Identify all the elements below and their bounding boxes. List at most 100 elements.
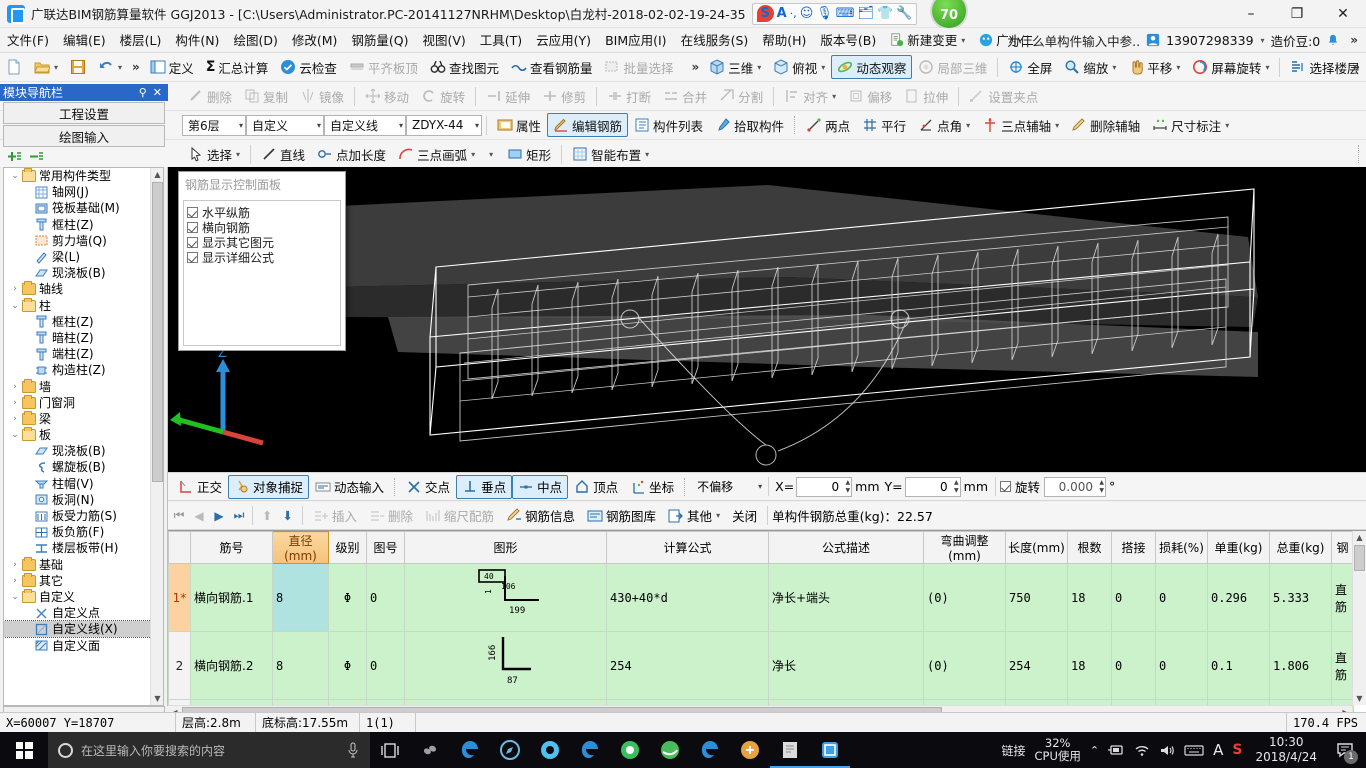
table-header-bar_no[interactable]: 筋号 (190, 531, 273, 564)
table-header-type[interactable]: 钢 (1331, 531, 1354, 564)
undo-dropdown-icon[interactable]: ▾ (118, 63, 122, 72)
component-kind-combo[interactable]: 自定义线 ▾ (324, 114, 406, 136)
pin-icon[interactable]: ⚲ (136, 86, 150, 99)
rebar-table-panel[interactable]: 筋号 直径(mm) 级别 图号 图形 计算公式 公式描述 弯曲调整(mm) 长度(mm) 根数 搭接… (168, 530, 1366, 719)
y-offset-input[interactable]: 0 ▲ ▼ (904, 476, 961, 497)
draw-more-chevron-icon[interactable]: ▾ (489, 150, 493, 159)
menu-view[interactable]: 视图(V) (415, 28, 472, 53)
rectangle-button[interactable]: 矩形 (501, 142, 557, 166)
tree-item[interactable]: 自定义线(X) (4, 620, 163, 639)
find-element-button[interactable]: 查找图元 (424, 55, 505, 79)
notes-app-button[interactable] (770, 732, 810, 768)
rotate-button[interactable]: 旋转 (415, 84, 471, 108)
menu-file[interactable]: 文件(F) (0, 28, 56, 53)
tree-item[interactable]: ⌄ 柱 (4, 297, 163, 314)
chevron-down-icon[interactable]: ▾ (961, 28, 965, 53)
align-slab-top-button[interactable]: 平齐板顶 (343, 55, 424, 79)
start-button[interactable] (0, 732, 48, 768)
point-length-button[interactable]: 点加长度 (311, 142, 392, 166)
prev-record-icon[interactable]: ◀ (190, 509, 208, 523)
fullscreen-button[interactable]: 全屏 (1002, 55, 1058, 79)
action-center-button[interactable]: 1 (1330, 732, 1360, 768)
table-header-length[interactable]: 长度(mm) (1005, 531, 1068, 564)
rotate-spinner-icon[interactable]: ▲ ▼ (1099, 479, 1104, 494)
merge-button[interactable]: 合并 (657, 84, 713, 108)
copy-button[interactable]: 复制 (238, 84, 294, 108)
tree-item[interactable]: 筏板基础(M) (4, 200, 163, 216)
tree-item[interactable]: 端柱(Z) (4, 346, 163, 362)
tree-item[interactable]: 剪力墙(Q) (4, 233, 163, 249)
menu-overflow-icon[interactable]: » (1346, 33, 1362, 47)
three-d-button[interactable]: 三维 ▾ (703, 55, 767, 79)
chevron-down-icon[interactable]: ▾ (475, 121, 479, 130)
open-dropdown-icon[interactable]: ▾ (54, 63, 58, 72)
screen-rotate-button[interactable]: 屏幕旋转 ▾ (1186, 55, 1275, 79)
cell-loss[interactable]: 0 (1155, 563, 1208, 632)
tree-item[interactable]: 螺旋板(B) (4, 459, 163, 475)
minimize-button[interactable]: – (1228, 0, 1274, 28)
scroll-up-arrow-icon[interactable]: ▲ (151, 168, 163, 181)
stretch-button[interactable]: 拉伸 (898, 84, 954, 108)
ime-toolbar[interactable]: S A ·, ☺ 🎙 ⌨ 🗂 👕 🔧 (751, 2, 918, 25)
chrome-variant-button[interactable] (530, 732, 570, 768)
cell-formula_desc[interactable]: 净长 (768, 631, 924, 700)
dimension-button[interactable]: 尺寸标注 ▾ (1146, 113, 1235, 137)
rebar-info-button[interactable]: 钢筋信息 (500, 504, 581, 528)
tree-scrollbar[interactable]: ▲ ▼ (150, 168, 163, 705)
break-button[interactable]: 打断 (601, 84, 657, 108)
x-spinner-icon[interactable]: ▲ ▼ (846, 479, 851, 494)
account-chevron-icon[interactable]: ▾ (1261, 36, 1265, 45)
table-header-formula_desc[interactable]: 公式描述 (768, 531, 924, 564)
cell-bar_no[interactable]: 横向钢筋.2 (190, 631, 273, 700)
two-point-button[interactable]: 两点 (800, 113, 856, 137)
emoji-icon[interactable]: ☺ (800, 7, 814, 20)
language-A-icon[interactable]: A (1213, 741, 1223, 759)
floor-combo[interactable]: 第6层 ▾ (182, 114, 246, 136)
toolbar-overflow-mid-icon[interactable]: » (687, 60, 703, 74)
cell-rowno[interactable]: 2 (168, 631, 191, 700)
tree-item[interactable]: 构造柱(Z) (4, 362, 163, 378)
taskbar-search-box[interactable]: 在这里输入你要搜索的内容 (48, 732, 370, 768)
move-button[interactable]: 移动 (359, 84, 415, 108)
intersection-button[interactable]: 交点 (400, 475, 456, 499)
tree-item[interactable]: 板负筋(F) (4, 524, 163, 540)
cell-length[interactable]: 750 (1005, 563, 1068, 632)
show-other-elements-checkbox[interactable] (187, 237, 198, 248)
toolbox-icon[interactable]: 🗂 (858, 7, 875, 20)
table-row[interactable]: 2 横向钢筋.2 8 Φ 0 166 87 254 净长 (0) 254 18 0 0 0.1 1.806 直筋 (168, 631, 1354, 700)
tree-item[interactable]: 梁(L) (4, 249, 163, 265)
smart-layout-chevron-icon[interactable]: ▾ (645, 150, 649, 159)
cell-formula[interactable]: 254 (606, 631, 769, 700)
ie-green-button[interactable] (650, 732, 690, 768)
perpendicular-button[interactable]: 垂点 (456, 474, 513, 499)
table-header-bend_adjust[interactable]: 弯曲调整(mm) (923, 531, 1006, 564)
account-label[interactable]: 13907298339 (1166, 33, 1253, 48)
delete-button[interactable]: 删除 (182, 84, 238, 108)
delete-axis-button[interactable]: 删除辅轴 (1065, 113, 1146, 137)
collapse-all-icon[interactable] (30, 151, 44, 163)
cell-lap[interactable]: 0 (1111, 631, 1156, 700)
chevron-right-icon[interactable]: › (8, 382, 22, 392)
tree-item[interactable]: ⌄ 自定义 (4, 588, 163, 605)
scale-rebar-button[interactable]: 缩尺配筋 (419, 504, 500, 528)
cell-diameter[interactable]: 8 (272, 563, 329, 632)
view-rebar-qty-button[interactable]: 查看钢筋量 (505, 55, 599, 79)
ime-mode-A-icon[interactable]: A (777, 7, 787, 20)
cell-bar_no[interactable]: 横向钢筋.1 (190, 563, 273, 632)
point-angle-chevron-icon[interactable]: ▾ (966, 121, 970, 130)
mirror-button[interactable]: 镜像 (294, 84, 350, 108)
summary-calc-button[interactable]: Σ 汇总计算 (200, 55, 275, 79)
checkbox-row-show-detailed-formula[interactable]: 显示详细公式 (187, 250, 337, 265)
object-snap-button[interactable]: 对象捕捉 (228, 474, 310, 499)
cloud-check-button[interactable]: 云检查 (274, 55, 343, 79)
chevron-down-icon[interactable]: ▾ (317, 121, 321, 130)
point-angle-button[interactable]: 点角 ▾ (912, 113, 976, 137)
pan-chevron-icon[interactable]: ▾ (1176, 63, 1180, 72)
toolbar-overflow-right-icon[interactable]: » (1348, 60, 1364, 74)
menu-modify[interactable]: 修改(M) (285, 28, 345, 53)
menu-cloud-app[interactable]: 云应用(Y) (529, 28, 598, 53)
tree-item[interactable]: › 门窗洞 (4, 394, 163, 411)
edge-2-button[interactable] (690, 732, 730, 768)
taskbar-clock[interactable]: 10:30 2018/4/24 (1251, 735, 1321, 765)
menu-edit[interactable]: 编辑(E) (56, 28, 113, 53)
